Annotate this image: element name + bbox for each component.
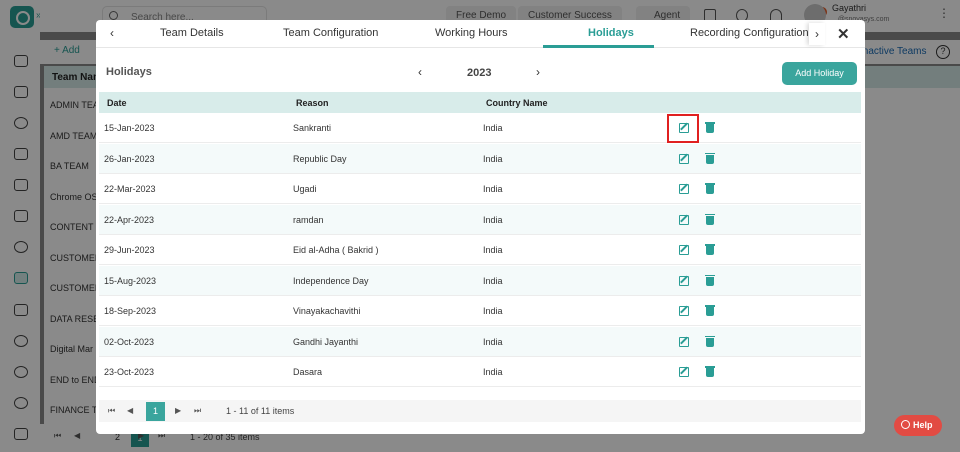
delete-icon[interactable] bbox=[705, 274, 715, 286]
holiday-reason: Dasara bbox=[293, 367, 323, 377]
edit-icon[interactable] bbox=[679, 245, 689, 255]
tab-team-configuration[interactable]: Team Configuration bbox=[283, 27, 378, 39]
delete-icon[interactable] bbox=[705, 183, 715, 194]
tabs-scroll-right-icon[interactable]: › bbox=[809, 23, 825, 45]
delete-icon[interactable] bbox=[705, 213, 715, 225]
previous-year-icon[interactable]: ‹ bbox=[418, 65, 422, 79]
help-button[interactable]: Help bbox=[894, 415, 942, 436]
holiday-country: India bbox=[483, 306, 503, 316]
holiday-reason: Ugadi bbox=[293, 184, 317, 194]
holiday-date: 15-Aug-2023 bbox=[104, 275, 157, 286]
holiday-date: 18-Sep-2023 bbox=[104, 306, 157, 316]
holidays-pagination: ⏮ ◀ 1 ▶ ⏭ 1 - 11 of 11 items bbox=[99, 400, 861, 422]
next-year-icon[interactable]: › bbox=[536, 65, 540, 79]
first-page-icon[interactable]: ⏮ bbox=[108, 406, 115, 416]
holiday-country: India bbox=[483, 336, 503, 347]
holiday-row: 15-Jan-2023 Sankranti India bbox=[99, 113, 861, 143]
holiday-date: 29-Jun-2023 bbox=[104, 245, 155, 255]
holiday-country: India bbox=[483, 245, 503, 255]
holiday-row: 26-Jan-2023 Republic Day India bbox=[99, 143, 861, 174]
delete-icon[interactable] bbox=[705, 244, 715, 255]
holiday-date: 23-Oct-2023 bbox=[104, 367, 155, 377]
holiday-reason: Vinayakachavithi bbox=[293, 306, 361, 316]
holiday-date: 02-Oct-2023 bbox=[104, 336, 155, 347]
last-page-icon[interactable]: ⏭ bbox=[194, 406, 201, 416]
holiday-row: 22-Mar-2023 Ugadi India bbox=[99, 174, 861, 204]
holiday-reason: ramdan bbox=[293, 214, 324, 225]
current-page-button[interactable]: 1 bbox=[146, 402, 165, 421]
tab-holidays[interactable]: Holidays bbox=[588, 27, 634, 39]
close-icon[interactable]: ✕ bbox=[837, 25, 850, 43]
modal-tabs: ‹ Team Details Team Configuration Workin… bbox=[96, 20, 865, 48]
tab-recording-configuration[interactable]: Recording Configuration bbox=[690, 27, 809, 39]
holiday-date: 22-Apr-2023 bbox=[104, 214, 155, 225]
tabs-scroll-left-icon[interactable]: ‹ bbox=[110, 26, 114, 40]
holiday-row: 29-Jun-2023 Eid al-Adha ( Bakrid ) India bbox=[99, 235, 861, 265]
holiday-reason: Sankranti bbox=[293, 123, 332, 133]
holiday-reason: Republic Day bbox=[293, 153, 347, 164]
edit-icon[interactable] bbox=[679, 336, 689, 347]
delete-icon[interactable] bbox=[705, 122, 715, 133]
holiday-reason: Eid al-Adha ( Bakrid ) bbox=[293, 245, 379, 255]
holidays-table: Date Reason Country Name 15-Jan-2023 Sank… bbox=[99, 92, 861, 400]
holiday-date: 15-Jan-2023 bbox=[104, 123, 155, 133]
edit-icon[interactable] bbox=[679, 275, 689, 286]
holiday-date: 26-Jan-2023 bbox=[104, 153, 155, 164]
next-page-icon[interactable]: ▶ bbox=[175, 406, 181, 415]
help-circle-icon bbox=[901, 420, 910, 429]
add-holiday-button[interactable]: Add Holiday bbox=[782, 62, 857, 85]
holiday-reason: Gandhi Jayanthi bbox=[293, 336, 359, 347]
tab-working-hours[interactable]: Working Hours bbox=[435, 27, 508, 39]
edit-icon[interactable] bbox=[679, 184, 689, 194]
date-column-header: Date bbox=[107, 98, 127, 108]
holiday-row: 18-Sep-2023 Vinayakachavithi India bbox=[99, 296, 861, 326]
holiday-row: 02-Oct-2023 Gandhi Jayanthi India bbox=[99, 326, 861, 357]
holiday-country: India bbox=[483, 367, 503, 377]
holiday-country: India bbox=[483, 214, 503, 225]
holiday-row: 15-Aug-2023 Independence Day India bbox=[99, 265, 861, 296]
tab-team-details[interactable]: Team Details bbox=[160, 27, 224, 39]
reason-column-header: Reason bbox=[296, 98, 329, 108]
edit-icon[interactable] bbox=[679, 153, 689, 164]
edit-icon[interactable] bbox=[679, 306, 689, 316]
section-title: Holidays bbox=[106, 66, 152, 78]
help-label: Help bbox=[913, 420, 933, 430]
edit-icon[interactable] bbox=[679, 214, 689, 225]
country-column-header: Country Name bbox=[486, 98, 548, 108]
active-tab-indicator bbox=[543, 45, 654, 48]
edit-highlight-box bbox=[667, 114, 699, 143]
delete-icon[interactable] bbox=[705, 335, 715, 347]
holiday-date: 22-Mar-2023 bbox=[104, 184, 156, 194]
delete-icon[interactable] bbox=[705, 366, 715, 377]
holiday-row: 22-Apr-2023 ramdan India bbox=[99, 204, 861, 235]
prev-page-icon[interactable]: ◀ bbox=[127, 406, 133, 415]
year-label: 2023 bbox=[467, 67, 492, 79]
delete-icon[interactable] bbox=[705, 152, 715, 164]
holiday-reason: Independence Day bbox=[293, 275, 369, 286]
holidays-table-header: Date Reason Country Name bbox=[99, 92, 861, 113]
edit-icon[interactable] bbox=[679, 367, 689, 377]
holiday-country: India bbox=[483, 184, 503, 194]
holidays-page-info: 1 - 11 of 11 items bbox=[226, 406, 295, 416]
delete-icon[interactable] bbox=[705, 305, 715, 316]
holiday-country: India bbox=[483, 275, 503, 286]
holiday-country: India bbox=[483, 123, 503, 133]
holiday-row: 23-Oct-2023 Dasara India bbox=[99, 357, 861, 387]
holiday-country: India bbox=[483, 153, 503, 164]
team-settings-modal: ‹ Team Details Team Configuration Workin… bbox=[96, 20, 865, 434]
